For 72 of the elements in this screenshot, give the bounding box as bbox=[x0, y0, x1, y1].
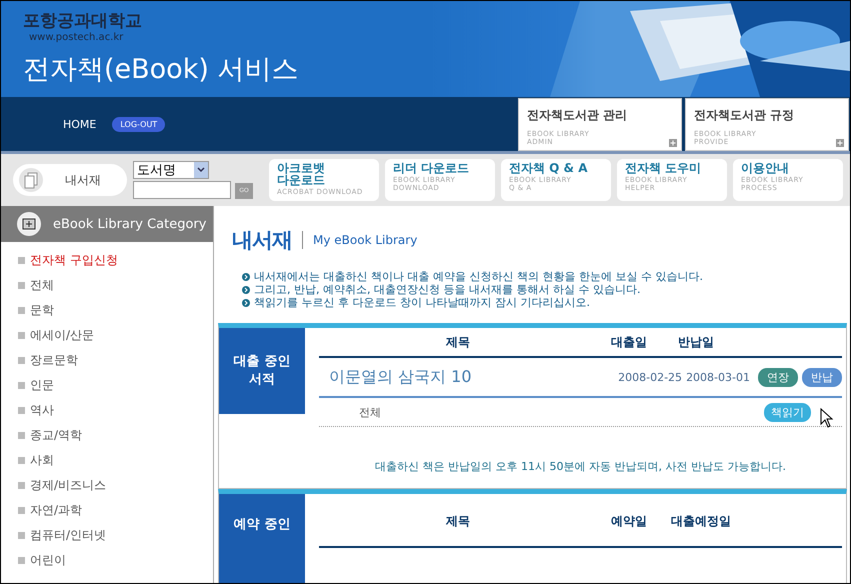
book-category: 전체 bbox=[358, 404, 382, 420]
return-date: 2008-03-01 bbox=[686, 370, 750, 384]
menu-title: 아크로뱃 bbox=[277, 162, 325, 174]
bullet-icon bbox=[18, 307, 25, 314]
category-link[interactable]: 전체 bbox=[1, 273, 213, 298]
bullet-icon bbox=[18, 482, 25, 489]
bullet-icon bbox=[242, 286, 250, 294]
column-header: 반납일 bbox=[677, 334, 715, 350]
bullet-icon bbox=[242, 272, 250, 280]
category-link[interactable]: 자연/과학 bbox=[1, 498, 213, 523]
plus-icon bbox=[836, 139, 844, 147]
bullet-icon bbox=[18, 282, 25, 289]
category-link[interactable]: 컴퓨터/인터넷 bbox=[1, 523, 213, 548]
dropdown-icon bbox=[194, 162, 208, 178]
menu-title: 리더 다운로드 bbox=[393, 162, 470, 174]
bullet-icon bbox=[18, 407, 25, 414]
bullet-icon bbox=[18, 532, 25, 539]
home-link[interactable]: HOME bbox=[63, 118, 96, 130]
plus-icon bbox=[669, 139, 677, 147]
university-name: 포항공과대학교 bbox=[23, 10, 143, 32]
extend-button[interactable]: 연장 bbox=[758, 368, 798, 386]
panel-title: 전자책도서관 관리 bbox=[527, 107, 628, 124]
bullet-icon bbox=[18, 557, 25, 564]
bullet-icon bbox=[18, 507, 25, 514]
my-shelf-button[interactable]: 내서재 bbox=[13, 164, 127, 196]
loan-date: 2008-02-25 bbox=[618, 370, 682, 384]
category-link[interactable]: 문학 bbox=[1, 298, 213, 323]
menu-title: 전자책 도우미 bbox=[625, 162, 702, 174]
category-link[interactable]: 에세이/산문 bbox=[1, 323, 213, 348]
logout-link[interactable]: LOG-OUT bbox=[112, 116, 166, 132]
service-title: 전자책(eBook) 서비스 bbox=[23, 53, 300, 87]
menu-title: 전자책 Q & A bbox=[509, 162, 588, 174]
documents-icon bbox=[19, 168, 43, 192]
panel-label: 서적 bbox=[249, 371, 275, 389]
category-link[interactable]: 역사 bbox=[1, 398, 213, 423]
notice-text: 그리고, 반납, 예약취소, 대출연장신청 등을 내서재를 통해서 하실 수 있습니다. bbox=[254, 283, 640, 296]
panel-label: 대출 중인 bbox=[234, 353, 290, 371]
panel-label: 예약 중인 bbox=[234, 516, 290, 534]
bullet-icon bbox=[18, 357, 25, 364]
bullet-icon bbox=[18, 432, 25, 439]
column-header: 대출일 bbox=[610, 334, 648, 350]
page-title: 내서재 bbox=[232, 227, 292, 254]
bullet-icon bbox=[18, 332, 25, 339]
column-header: 제목 bbox=[445, 512, 471, 530]
search-field[interactable] bbox=[133, 181, 231, 199]
category-link[interactable]: 장르문학 bbox=[1, 348, 213, 373]
category-link[interactable]: 인문 bbox=[1, 373, 213, 398]
book-title: 이문열의 삼국지 10 bbox=[328, 366, 473, 388]
panel-title: 전자책도서관 규정 bbox=[694, 107, 796, 124]
search-type-select[interactable]: 도서명 bbox=[133, 161, 209, 179]
category-link[interactable]: 경제/비즈니스 bbox=[1, 473, 213, 498]
notice-text: 내서재에서는 대출하신 책이나 대출 예약을 신청하신 책의 현황을 한눈에 보실 수 있습니다. bbox=[254, 270, 703, 283]
bullet-icon bbox=[18, 382, 25, 389]
category-link[interactable]: 사회 bbox=[1, 448, 213, 473]
folder-icon bbox=[17, 212, 41, 236]
page-subtitle: My eBook Library bbox=[313, 233, 418, 247]
column-header: 제목 bbox=[445, 334, 471, 350]
bullet-icon bbox=[242, 298, 250, 306]
bullet-icon bbox=[18, 457, 25, 464]
category-link[interactable]: 전자책 구입신청 bbox=[1, 248, 213, 273]
menu-title: 이용안내 bbox=[741, 162, 789, 174]
notice-text: 책읽기를 누르신 후 다운로드 창이 나타날때까지 잠시 기다리십시오. bbox=[254, 296, 590, 309]
category-link[interactable]: 어린이 bbox=[1, 548, 213, 573]
menu-title: 다운로드 bbox=[277, 174, 325, 186]
loan-note: 대출하신 책은 반납일의 오후 11시 50분에 자동 반납되며, 사전 반납도 가능합니다. bbox=[374, 459, 787, 475]
cursor-icon bbox=[820, 408, 834, 428]
column-header: 예약일 bbox=[610, 512, 648, 530]
column-header: 대출예정일 bbox=[670, 512, 732, 530]
site-url: www.postech.ac.kr bbox=[29, 32, 124, 43]
category-heading: eBook Library Category bbox=[53, 216, 206, 232]
category-link[interactable]: 종교/역학 bbox=[1, 423, 213, 448]
bullet-icon bbox=[18, 257, 25, 264]
